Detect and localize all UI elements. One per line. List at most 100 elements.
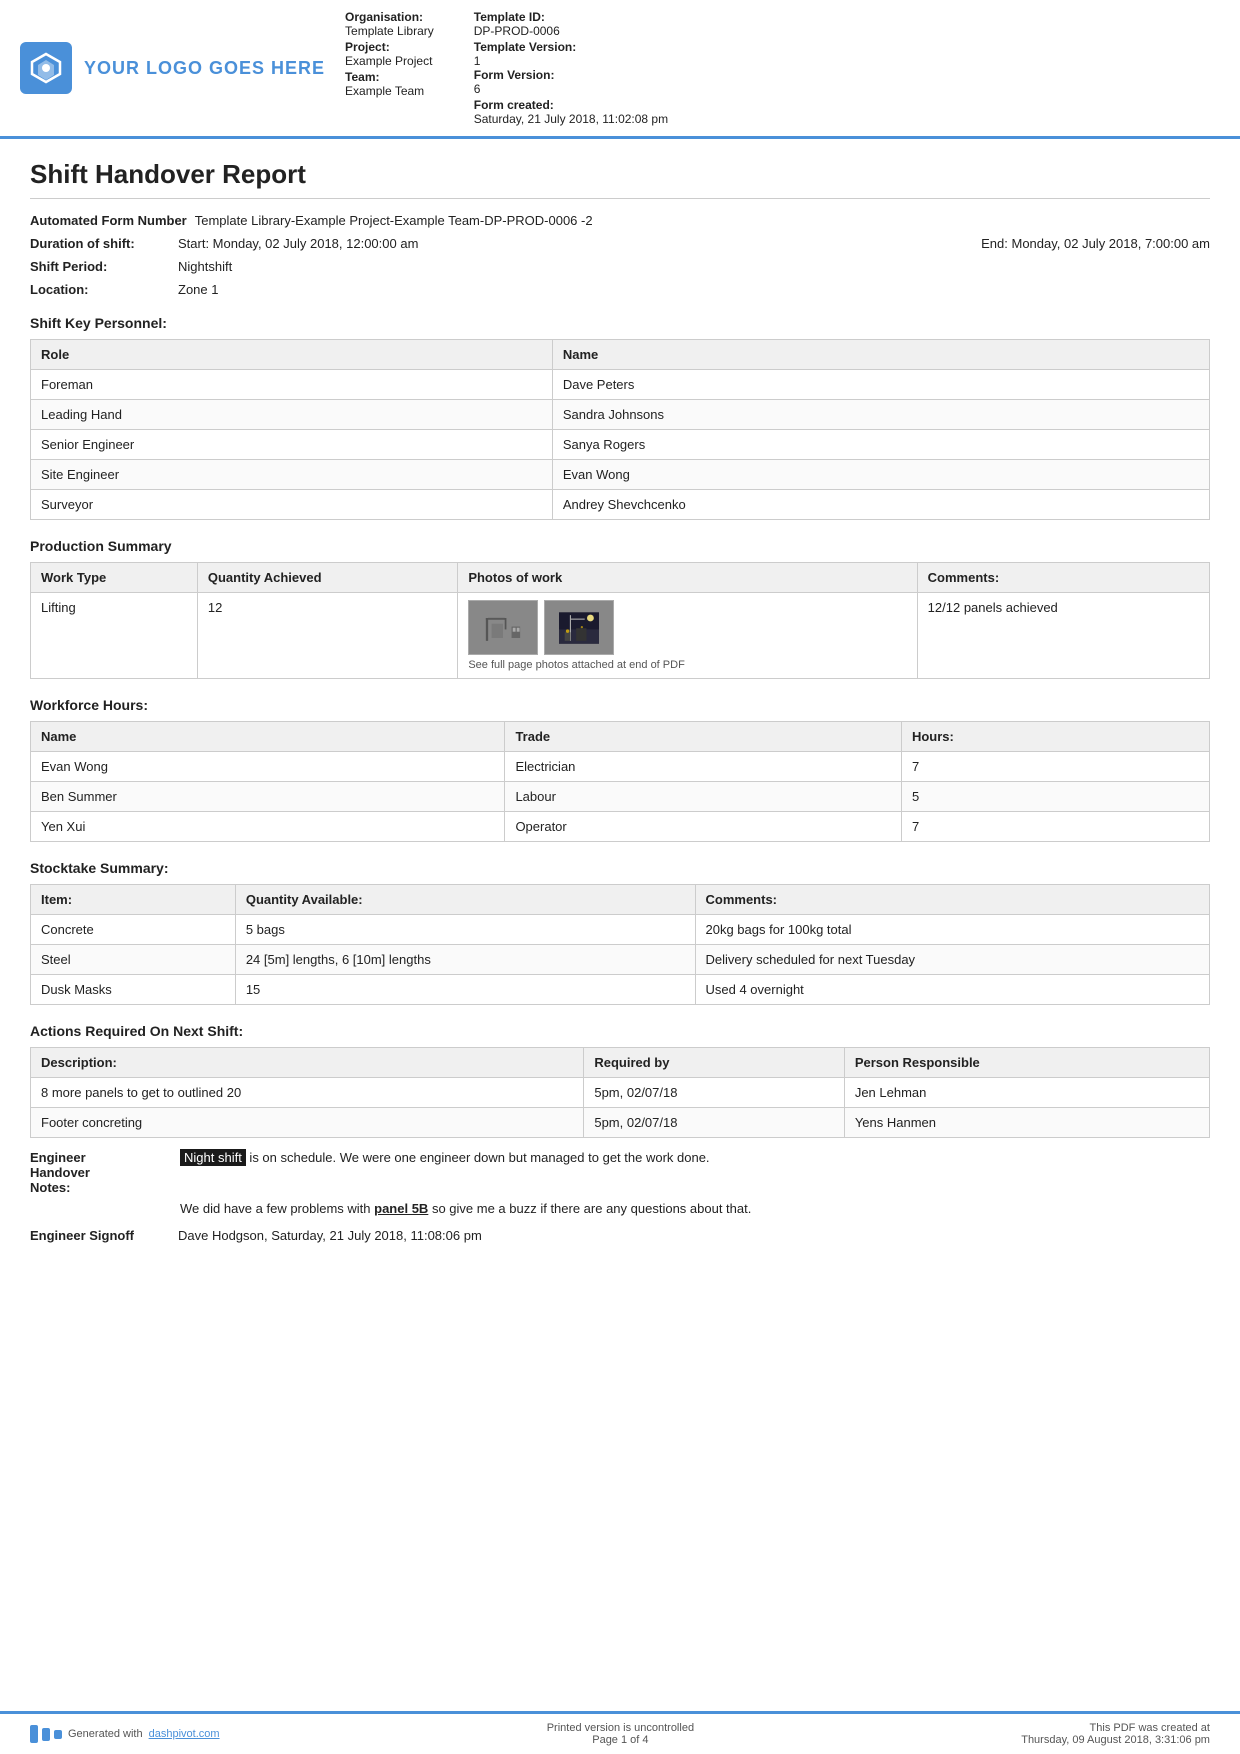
photo-thumb-1 bbox=[468, 600, 538, 655]
project-label: Project: bbox=[345, 40, 434, 54]
wh-col-hours: Hours: bbox=[901, 722, 1209, 752]
footer: Generated with dashpivot.com Printed ver… bbox=[0, 1711, 1240, 1754]
report-title: Shift Handover Report bbox=[30, 159, 1210, 199]
highlight-night-shift: Night shift bbox=[180, 1149, 246, 1166]
shift-key-personnel-title: Shift Key Personnel: bbox=[30, 315, 1210, 331]
ps-col-worktype: Work Type bbox=[31, 563, 198, 593]
table-row: Dusk Masks15Used 4 overnight bbox=[31, 975, 1210, 1005]
ss-quantity: 24 [5m] lengths, 6 [10m] lengths bbox=[235, 945, 695, 975]
ss-col-comments: Comments: bbox=[695, 885, 1210, 915]
form-created-label: Form created: bbox=[474, 98, 668, 112]
ss-item: Concrete bbox=[31, 915, 236, 945]
org-value: Template Library bbox=[345, 24, 434, 38]
stocktake-summary-title: Stocktake Summary: bbox=[30, 860, 1210, 876]
project-value: Example Project bbox=[345, 54, 434, 68]
actions-required-table: Description: Required by Person Responsi… bbox=[30, 1047, 1210, 1138]
wh-col-name: Name bbox=[31, 722, 505, 752]
ss-comments: 20kg bags for 100kg total bbox=[695, 915, 1210, 945]
bar2-icon bbox=[42, 1728, 50, 1741]
logo-svg bbox=[28, 50, 64, 86]
footer-left: Generated with dashpivot.com bbox=[30, 1725, 220, 1743]
ps-col-quantity: Quantity Achieved bbox=[197, 563, 457, 593]
logo-area: YOUR LOGO GOES HERE bbox=[20, 10, 325, 126]
location-block: Location: Zone 1 bbox=[30, 282, 1210, 297]
bar1-icon bbox=[30, 1725, 38, 1743]
template-version-value: 1 bbox=[474, 54, 668, 68]
location-label: Location: bbox=[30, 282, 170, 297]
template-id-row: Template ID: DP-PROD-0006 bbox=[474, 10, 668, 38]
ps-worktype: Lifting bbox=[31, 593, 198, 679]
bar3-icon bbox=[54, 1730, 62, 1739]
team-value: Example Team bbox=[345, 84, 434, 98]
wh-hours: 5 bbox=[901, 782, 1209, 812]
ss-col-item: Item: bbox=[31, 885, 236, 915]
footer-center-line1: Printed version is uncontrolled bbox=[547, 1722, 694, 1734]
engineer-handover-label2 bbox=[30, 1201, 170, 1216]
template-id-label: Template ID: bbox=[474, 10, 668, 24]
form-number-label: Automated Form Number bbox=[30, 213, 187, 228]
shift-key-personnel-table: Role Name ForemanDave PetersLeading Hand… bbox=[30, 339, 1210, 520]
stocktake-summary-table: Item: Quantity Available: Comments: Conc… bbox=[30, 884, 1210, 1005]
location-value: Zone 1 bbox=[178, 282, 1210, 297]
ar-person: Yens Hanmen bbox=[844, 1108, 1209, 1138]
form-created-value: Saturday, 21 July 2018, 11:02:08 pm bbox=[474, 112, 668, 126]
shift-period-label: Shift Period: bbox=[30, 259, 170, 274]
engineer-signoff-block: Engineer Signoff Dave Hodgson, Saturday,… bbox=[30, 1228, 1210, 1243]
page: YOUR LOGO GOES HERE Organisation: Templa… bbox=[0, 0, 1240, 1754]
skp-name: Evan Wong bbox=[552, 460, 1209, 490]
actions-required-title: Actions Required On Next Shift: bbox=[30, 1023, 1210, 1039]
engineer-handover-note2: We did have a few problems with panel 5B… bbox=[180, 1201, 1210, 1216]
org-label: Organisation: bbox=[345, 10, 434, 24]
ss-comments: Used 4 overnight bbox=[695, 975, 1210, 1005]
table-row: Evan WongElectrician7 bbox=[31, 752, 1210, 782]
workforce-hours-title: Workforce Hours: bbox=[30, 697, 1210, 713]
table-row: Yen XuiOperator7 bbox=[31, 812, 1210, 842]
table-row: Leading HandSandra Johnsons bbox=[31, 400, 1210, 430]
form-number-block: Automated Form Number Template Library-E… bbox=[30, 213, 1210, 228]
production-summary-title: Production Summary bbox=[30, 538, 1210, 554]
table-row: 8 more panels to get to outlined 205pm, … bbox=[31, 1078, 1210, 1108]
ar-col-person: Person Responsible bbox=[844, 1048, 1209, 1078]
note2-before: We did have a few problems with bbox=[180, 1201, 374, 1216]
template-id-value: DP-PROD-0006 bbox=[474, 24, 668, 38]
footer-of-4: of 4 bbox=[630, 1734, 648, 1746]
footer-right-line2: Thursday, 09 August 2018, 3:31:06 pm bbox=[1021, 1734, 1210, 1746]
ss-item: Dusk Masks bbox=[31, 975, 236, 1005]
ps-quantity: 12 bbox=[197, 593, 457, 679]
template-version-row: Template Version: 1 Form Version: 6 bbox=[474, 40, 668, 96]
skp-role: Foreman bbox=[31, 370, 553, 400]
team-row: Team: Example Team bbox=[345, 70, 434, 98]
ss-item: Steel bbox=[31, 945, 236, 975]
note2-after: so give me a buzz if there are any quest… bbox=[428, 1201, 751, 1216]
photo-area bbox=[468, 600, 906, 655]
table-row: Lifting 12 bbox=[31, 593, 1210, 679]
table-row: Concrete5 bags20kg bags for 100kg total bbox=[31, 915, 1210, 945]
skp-name: Dave Peters bbox=[552, 370, 1209, 400]
header-meta: Organisation: Template Library Project: … bbox=[345, 10, 1220, 126]
ar-person: Jen Lehman bbox=[844, 1078, 1209, 1108]
table-row: ForemanDave Peters bbox=[31, 370, 1210, 400]
template-version-label: Template Version: bbox=[474, 40, 668, 54]
skp-name: Sandra Johnsons bbox=[552, 400, 1209, 430]
skp-col-role: Role bbox=[31, 340, 553, 370]
table-row: Senior EngineerSanya Rogers bbox=[31, 430, 1210, 460]
wh-trade: Electrician bbox=[505, 752, 902, 782]
wh-trade: Operator bbox=[505, 812, 902, 842]
skp-name: Andrey Shevchcenko bbox=[552, 490, 1209, 520]
photo-thumb-2 bbox=[544, 600, 614, 655]
skp-col-name: Name bbox=[552, 340, 1209, 370]
wh-hours: 7 bbox=[901, 812, 1209, 842]
form-version-label: Form Version: bbox=[474, 68, 668, 82]
wh-trade: Labour bbox=[505, 782, 902, 812]
ar-col-desc: Description: bbox=[31, 1048, 584, 1078]
skp-role: Senior Engineer bbox=[31, 430, 553, 460]
footer-page-number: Page 1 of 4 bbox=[547, 1734, 694, 1746]
photo-caption: See full page photos attached at end of … bbox=[468, 659, 906, 671]
footer-link[interactable]: dashpivot.com bbox=[149, 1728, 220, 1740]
footer-center: Printed version is uncontrolled Page 1 o… bbox=[547, 1722, 694, 1746]
shift-period-block: Shift Period: Nightshift bbox=[30, 259, 1210, 274]
form-version-value: 6 bbox=[474, 82, 668, 96]
table-row: Ben SummerLabour5 bbox=[31, 782, 1210, 812]
form-created-row: Form created: Saturday, 21 July 2018, 11… bbox=[474, 98, 668, 126]
engineer-signoff-label: Engineer Signoff bbox=[30, 1228, 170, 1243]
